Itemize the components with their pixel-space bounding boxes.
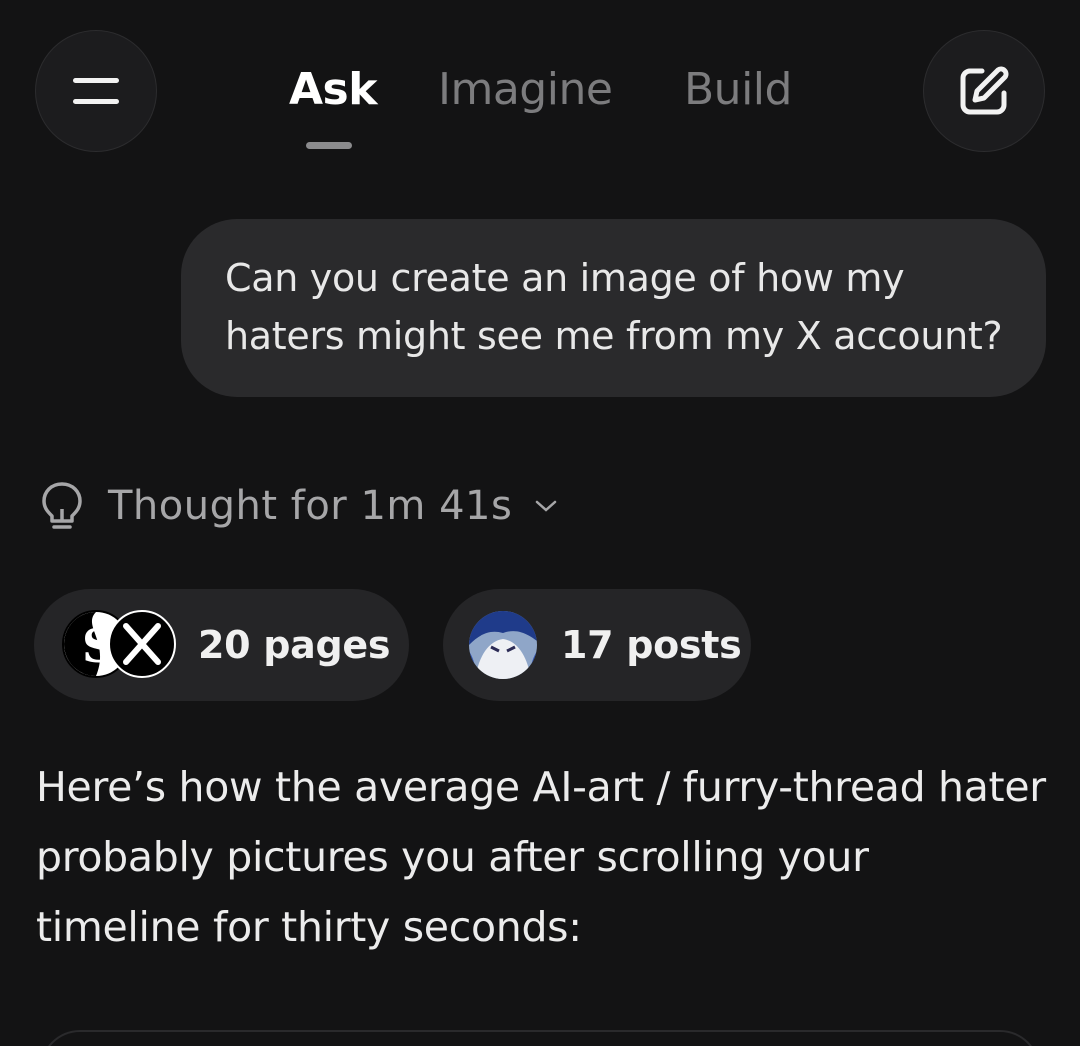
thought-duration: Thought for 1m 41s: [108, 483, 513, 529]
response-line: probably pictures you after scrolling yo…: [36, 833, 869, 881]
top-bar: Ask Imagine Build: [0, 0, 1080, 182]
new-chat-button[interactable]: [923, 30, 1045, 152]
tab-build[interactable]: Build: [684, 62, 792, 118]
profile-avatar: [469, 611, 537, 679]
pages-count: 20 pages: [198, 623, 391, 667]
lightbulb-icon: [42, 482, 82, 529]
assistant-response: Here’s how the average AI-art / furry-th…: [36, 752, 1056, 962]
posts-count: 17 posts: [561, 623, 742, 667]
tab-imagine[interactable]: Imagine: [438, 62, 613, 118]
image-card-edge: [40, 1030, 1040, 1046]
tab-ask[interactable]: Ask: [289, 62, 378, 118]
menu-button[interactable]: [35, 30, 157, 152]
thought-toggle[interactable]: Thought for 1m 41s: [40, 478, 558, 534]
sources-posts-chip[interactable]: 17 posts: [443, 589, 751, 701]
sources-pages-chip[interactable]: S 20 pages: [34, 589, 409, 701]
response-line: Here’s how the average AI-art / furry-th…: [36, 763, 1046, 811]
user-message-bubble: Can you create an image of how my haters…: [181, 219, 1046, 397]
user-message-line: Can you create an image of how my: [225, 256, 905, 300]
source-avatars: S: [62, 610, 192, 680]
user-message-line: haters might see me from my X account?: [225, 314, 1003, 358]
chevron-down-icon: [536, 500, 557, 512]
edit-icon: [960, 66, 1009, 115]
active-tab-indicator: [306, 142, 352, 149]
response-line: timeline for thirty seconds:: [36, 903, 582, 951]
menu-icon: [73, 78, 119, 104]
x-logo-icon: [108, 610, 176, 678]
